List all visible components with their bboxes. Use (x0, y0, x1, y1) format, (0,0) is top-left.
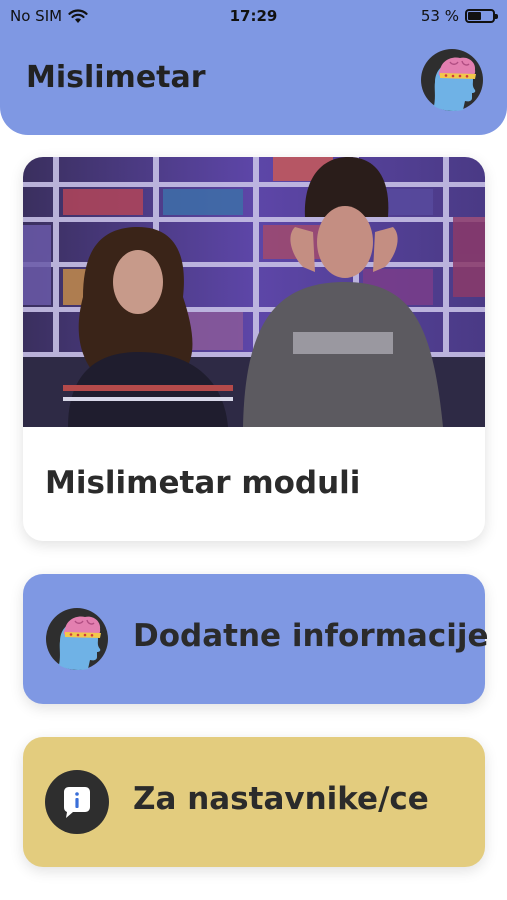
battery-percent: 53 % (420, 7, 459, 25)
brain-head-icon (46, 608, 108, 670)
additional-info-button[interactable]: Dodatne informacije (23, 574, 489, 704)
mislimetar-modules-card[interactable]: Mislimetar moduli (23, 157, 485, 541)
video-card-title: Mislimetar moduli (45, 465, 361, 501)
battery-icon (465, 9, 498, 23)
status-right: 53 % (420, 7, 498, 25)
additional-info-label: Dodatne informacije (133, 618, 489, 654)
app-header: No SIM 17:29 53 % Mislimetar (0, 0, 507, 135)
video-thumbnail[interactable] (23, 157, 485, 427)
info-bubble-icon (45, 770, 109, 834)
status-bar: No SIM 17:29 53 % (0, 0, 507, 32)
brain-head-icon[interactable] (420, 48, 484, 112)
for-teachers-label: Za nastavnike/ce (133, 781, 429, 817)
battery-level (468, 12, 481, 20)
for-teachers-button[interactable]: Za nastavnike/ce (23, 737, 485, 867)
page-title: Mislimetar (26, 60, 206, 95)
